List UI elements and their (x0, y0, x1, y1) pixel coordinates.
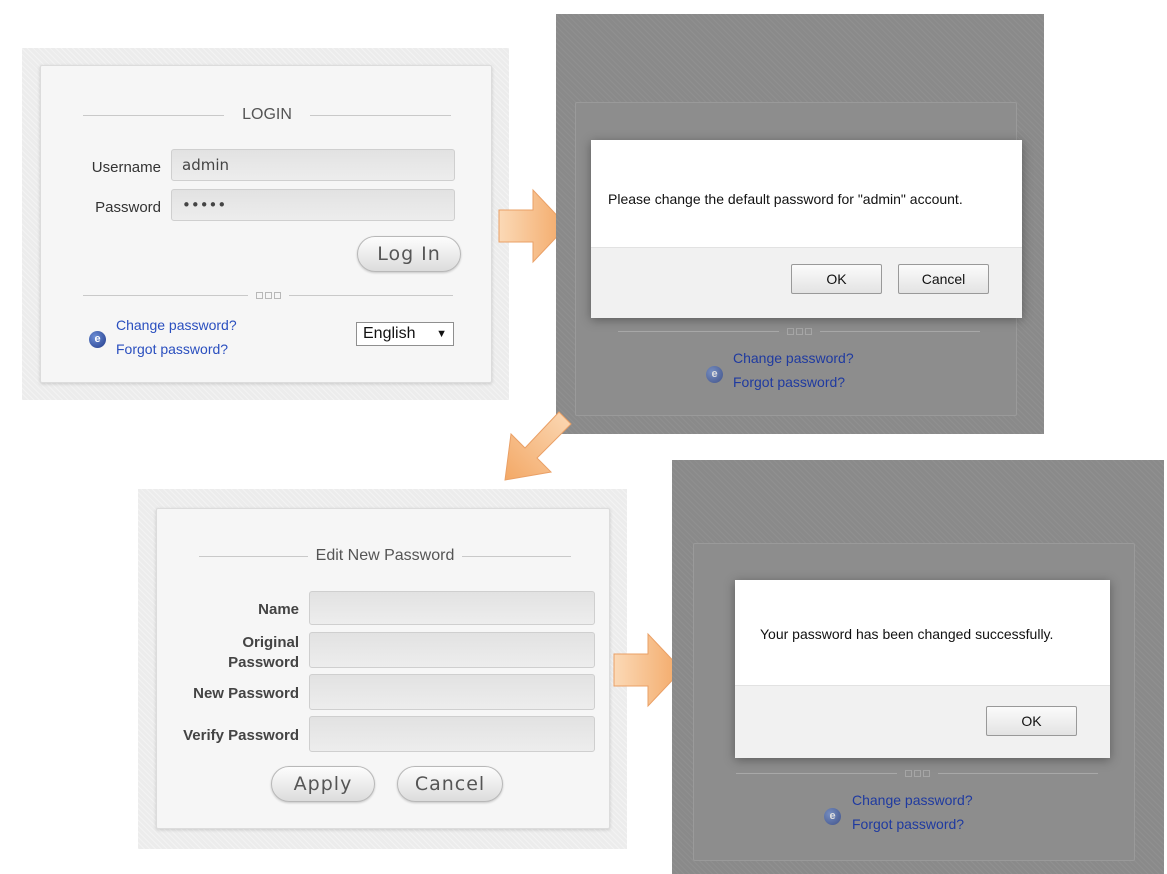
globe-icon: e (824, 808, 841, 825)
language-select[interactable]: English ▼ (356, 322, 454, 346)
original-password-input[interactable] (309, 632, 595, 668)
success-panel: e Change password? Forgot password? Your… (672, 460, 1164, 874)
change-password-dialog: Please change the default password for "… (591, 140, 1022, 318)
apply-button[interactable]: Apply (271, 766, 375, 802)
prompt-panel: e Change password? Forgot password? Plea… (556, 14, 1044, 434)
globe-icon: e (89, 331, 106, 348)
dialog-cancel-button[interactable]: Cancel (898, 264, 989, 294)
dialog-ok-button[interactable]: OK (791, 264, 882, 294)
edit-password-panel: Edit New Password Name Original Password… (138, 489, 627, 849)
globe-icon: e (706, 366, 723, 383)
edit-password-card: Edit New Password Name Original Password… (156, 508, 610, 829)
cancel-button[interactable]: Cancel (397, 766, 503, 802)
edit-header: Edit New Password (199, 547, 571, 565)
forgot-password-link[interactable]: Forgot password? (116, 341, 228, 357)
success-ok-button[interactable]: OK (986, 706, 1077, 736)
username-input[interactable]: admin (171, 149, 455, 181)
verify-password-input[interactable] (309, 716, 595, 752)
edit-title: Edit New Password (315, 547, 455, 564)
dialog-message: Please change the default password for "… (608, 191, 963, 207)
password-input[interactable]: ••••• (171, 189, 455, 221)
success-forgot-password-link[interactable]: Forgot password? (852, 816, 964, 832)
success-message: Your password has been changed successfu… (760, 626, 1054, 642)
prompt-forgot-password-link[interactable]: Forgot password? (733, 374, 845, 390)
new-password-input[interactable] (309, 674, 595, 710)
login-header: LOGIN (83, 106, 452, 124)
language-selected: English (363, 325, 416, 342)
login-title: LOGIN (242, 106, 292, 123)
original-password-label: Original Password (228, 634, 299, 671)
prompt-divider (618, 328, 980, 335)
change-password-link[interactable]: Change password? (116, 317, 237, 333)
prompt-change-password-link[interactable]: Change password? (733, 350, 854, 366)
chevron-down-icon: ▼ (436, 328, 447, 340)
login-card: LOGIN Username admin Password ••••• Log … (40, 65, 492, 383)
success-divider (736, 770, 1098, 777)
new-password-label: New Password (193, 685, 299, 702)
verify-password-label: Verify Password (183, 727, 299, 744)
name-input[interactable] (309, 591, 595, 625)
login-button[interactable]: Log In (357, 236, 461, 272)
password-label: Password (95, 199, 161, 216)
arrow-down-left-icon (504, 411, 572, 481)
login-divider (83, 292, 453, 299)
success-dialog: Your password has been changed successfu… (735, 580, 1110, 758)
username-label: Username (91, 159, 161, 176)
login-panel: LOGIN Username admin Password ••••• Log … (22, 48, 509, 400)
success-change-password-link[interactable]: Change password? (852, 792, 973, 808)
name-label: Name (258, 601, 299, 618)
